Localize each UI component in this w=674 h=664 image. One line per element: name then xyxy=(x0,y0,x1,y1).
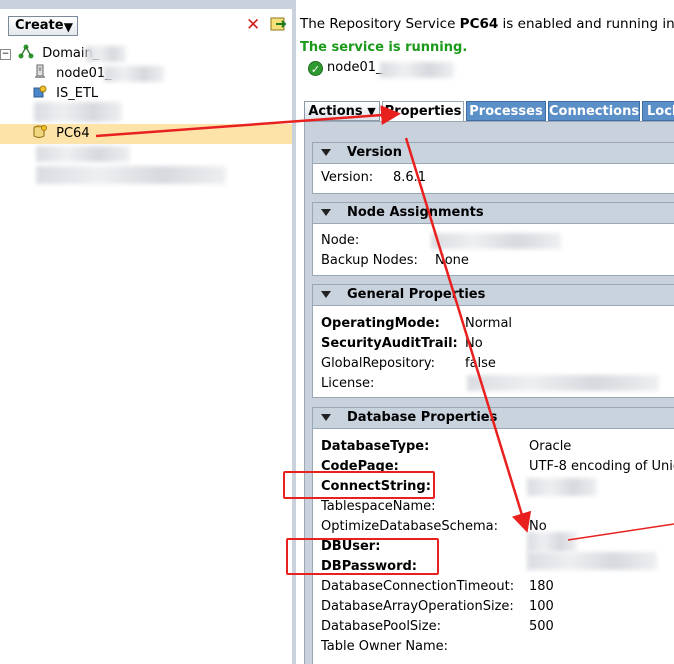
tablespace-name-label: TablespaceName: xyxy=(321,499,436,514)
version-section-title: Version xyxy=(347,145,402,160)
redacted-text xyxy=(431,233,561,249)
node-icon xyxy=(35,64,45,78)
redacted-text xyxy=(467,375,659,391)
collapse-triangle-icon xyxy=(321,414,331,421)
redacted-text xyxy=(36,146,130,162)
actions-menu-button[interactable]: Actions ▼ xyxy=(304,101,380,121)
navigator-panel: Create ▼ ✕ − Domain_ node01_ IS_ETL PC64 xyxy=(0,0,292,664)
integration-service-label: IS_ETL xyxy=(56,86,99,101)
tab-properties[interactable]: Properties xyxy=(382,101,464,121)
security-audit-trail-label: SecurityAuditTrail: xyxy=(321,336,458,351)
status-prefix: The Repository Service xyxy=(300,16,460,32)
repository-service-label: PC64 xyxy=(56,126,90,141)
collapse-triangle-icon xyxy=(321,149,331,156)
database-array-operation-size-value: 100 xyxy=(529,599,554,614)
license-label: License: xyxy=(321,376,375,391)
node-assignments-section-header[interactable]: Node Assignments xyxy=(313,203,674,224)
version-value: 8.6.1 xyxy=(393,170,427,185)
redacted-text xyxy=(380,62,454,78)
database-pool-size-label: DatabasePoolSize: xyxy=(321,619,441,634)
database-connection-timeout-value: 180 xyxy=(529,579,554,594)
navigator-toolbar-strip xyxy=(0,0,292,9)
redacted-text xyxy=(36,166,226,184)
connect-string-highlight-box xyxy=(283,471,435,499)
general-properties-section-header[interactable]: General Properties xyxy=(313,285,674,306)
backup-nodes-value: None xyxy=(435,253,469,268)
integration-service-icon xyxy=(33,85,47,98)
version-section: Version Version: 8.6.1 xyxy=(312,142,674,194)
running-status-text: The service is running. xyxy=(300,40,468,55)
create-button-label: Create xyxy=(15,18,64,33)
collapse-icon[interactable]: − xyxy=(0,49,11,60)
redacted-text xyxy=(527,478,597,496)
status-suffix: is enabled and running in nor xyxy=(502,16,674,32)
tab-lock-label: Lock xyxy=(647,104,674,119)
repository-service-icon xyxy=(33,125,47,138)
tab-processes[interactable]: Processes xyxy=(466,101,546,121)
operating-mode-value: Normal xyxy=(465,316,513,331)
tab-properties-label: Properties xyxy=(384,104,462,119)
redacted-text xyxy=(34,102,122,122)
tab-processes-label: Processes xyxy=(469,104,543,119)
version-label: Version: xyxy=(321,170,374,185)
redacted-text xyxy=(527,552,657,570)
operating-mode-label: OperatingMode: xyxy=(321,316,440,331)
collapse-triangle-icon xyxy=(321,209,331,216)
node-status-label: node01_ xyxy=(327,60,383,75)
db-credentials-highlight-box xyxy=(286,538,439,575)
dropdown-arrow-icon: ▼ xyxy=(63,20,73,34)
database-properties-section-title: Database Properties xyxy=(347,410,498,425)
tab-connections[interactable]: Connections xyxy=(548,101,640,121)
version-section-header[interactable]: Version xyxy=(313,143,674,164)
node-assignments-section-title: Node Assignments xyxy=(347,205,484,220)
database-properties-section: Database Properties DatabaseType: Oracle… xyxy=(312,407,674,664)
general-properties-section-title: General Properties xyxy=(347,287,486,302)
tree-item-node[interactable]: node01_ xyxy=(32,64,112,84)
global-repository-label: GlobalRepository: xyxy=(321,356,436,371)
tree-item-repository-service[interactable]: PC64 xyxy=(32,124,90,144)
node-status: ✓ node01_ xyxy=(308,58,383,78)
table-owner-name-label: Table Owner Name: xyxy=(321,639,449,654)
optimize-database-schema-label: OptimizeDatabaseSchema: xyxy=(321,519,498,534)
security-audit-trail-value: No xyxy=(465,336,483,351)
check-icon: ✓ xyxy=(308,61,323,76)
node-assignments-section: Node Assignments Node: Backup Nodes: Non… xyxy=(312,202,674,276)
code-page-value: UTF-8 encoding of Unic xyxy=(529,459,674,474)
database-connection-timeout-label: DatabaseConnectionTimeout: xyxy=(321,579,515,594)
dropdown-arrow-icon: ▼ xyxy=(367,105,376,118)
backup-nodes-label: Backup Nodes: xyxy=(321,253,418,268)
tab-connections-label: Connections xyxy=(549,104,640,119)
general-properties-section: General Properties OperatingMode: Normal… xyxy=(312,284,674,398)
move-icon[interactable] xyxy=(270,15,288,33)
redacted-text xyxy=(86,46,126,62)
database-pool-size-value: 500 xyxy=(529,619,554,634)
node-label: Node: xyxy=(321,233,360,248)
service-status-message: The Repository Service PC64 is enabled a… xyxy=(300,16,674,32)
database-type-value: Oracle xyxy=(529,439,572,454)
tab-lock[interactable]: Lock xyxy=(642,101,674,121)
create-dropdown-button[interactable]: Create ▼ xyxy=(8,16,78,36)
database-properties-section-header[interactable]: Database Properties xyxy=(313,408,674,429)
domain-icon xyxy=(18,44,34,59)
actions-label: Actions xyxy=(308,104,363,119)
tree-item-domain[interactable]: − Domain_ xyxy=(0,44,99,64)
remove-icon[interactable]: ✕ xyxy=(246,15,260,35)
tree-item-integration-service[interactable]: IS_ETL xyxy=(32,84,98,104)
redacted-text xyxy=(527,532,577,552)
database-type-label: DatabaseType: xyxy=(321,439,430,454)
service-name: PC64 xyxy=(459,16,499,32)
global-repository-value: false xyxy=(465,356,496,371)
redacted-text xyxy=(104,66,164,82)
database-array-operation-size-label: DatabaseArrayOperationSize: xyxy=(321,599,514,614)
collapse-triangle-icon xyxy=(321,291,331,298)
